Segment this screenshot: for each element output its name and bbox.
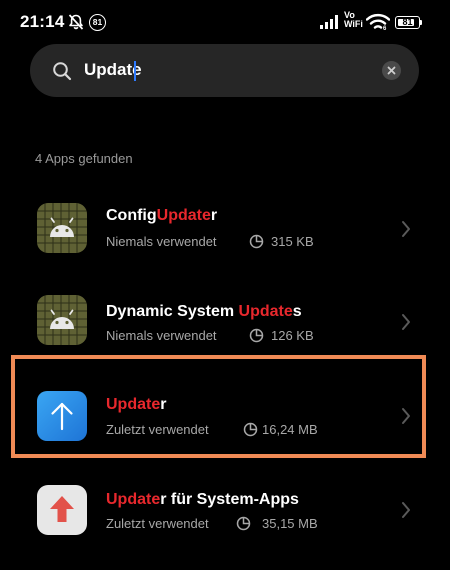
chevron-right-icon <box>402 314 410 330</box>
search-input[interactable] <box>84 58 344 82</box>
android-grid-icon <box>37 203 87 253</box>
search-bar[interactable] <box>30 44 419 97</box>
app-row-dynamic-system-updates[interactable]: Dynamic System Updates Niemals verwendet… <box>0 275 450 367</box>
up-arrow-icon <box>37 391 87 441</box>
app-name-match: Update <box>156 207 211 224</box>
red-up-arrow-icon <box>37 485 87 535</box>
app-name-suffix: s <box>292 303 302 320</box>
app-name-prefix: Dynamic System <box>106 303 239 320</box>
app-size: 315 KB <box>271 234 314 249</box>
chevron-right-icon <box>402 502 410 518</box>
battery-level: 81 <box>402 17 413 27</box>
app-row-configupdater[interactable]: ConfigUpdater Niemals verwendet 315 KB <box>0 183 450 275</box>
app-size: 16,24 MB <box>262 422 318 437</box>
app-name: Updater für System-Apps <box>106 491 299 509</box>
app-name: Dynamic System Updates <box>106 303 302 321</box>
battery-icon: 81 <box>395 16 420 29</box>
storage-pie-icon <box>236 516 251 531</box>
clear-search-button[interactable] <box>382 61 401 80</box>
search-icon <box>53 62 72 81</box>
storage-pie-icon <box>243 422 258 437</box>
app-name-suffix: r für System-Apps <box>160 491 299 508</box>
vowifi-label-bottom: WiFi <box>344 19 363 29</box>
vowifi-indicator: Vo WiFi <box>344 11 363 29</box>
svg-text:6: 6 <box>383 26 387 31</box>
results-count-label: 4 Apps gefunden <box>35 151 133 166</box>
status-time: 21:14 <box>20 12 65 31</box>
app-name-match: Update <box>106 491 161 508</box>
chevron-right-icon <box>402 221 410 237</box>
app-size: 126 KB <box>271 328 314 343</box>
cell-signal-icon <box>320 15 338 29</box>
bell-muted-icon <box>68 14 84 30</box>
last-used-label: Niemals verwendet <box>106 328 217 343</box>
last-used-label: Niemals verwendet <box>106 234 217 249</box>
app-row-updater-system-apps[interactable]: Updater für System-Apps Zuletzt verwende… <box>0 464 450 556</box>
battery-tip <box>420 20 422 25</box>
app-name-suffix: r <box>160 396 167 413</box>
app-size: 35,15 MB <box>262 516 318 531</box>
app-name-suffix: r <box>210 207 218 224</box>
app-row-updater[interactable]: Updater Zuletzt verwendet 16,24 MB <box>0 362 450 454</box>
last-used-label: Zuletzt verwendet <box>106 516 209 531</box>
close-icon <box>387 66 396 75</box>
chevron-right-icon <box>402 408 410 424</box>
app-name-match: Update <box>106 396 161 413</box>
storage-pie-icon <box>249 328 264 343</box>
app-name-prefix: Config <box>106 207 157 224</box>
status-bar: 21:14 81 Vo WiFi 6 81 <box>0 0 450 44</box>
app-name: Updater <box>106 396 166 414</box>
app-name-match: Update <box>238 303 293 320</box>
wifi-icon: 6 <box>366 13 390 31</box>
text-cursor <box>134 61 136 81</box>
notification-count-badge: 81 <box>89 14 106 31</box>
storage-pie-icon <box>249 234 264 249</box>
app-name: ConfigUpdater <box>106 207 217 225</box>
android-grid-icon <box>37 295 87 345</box>
last-used-label: Zuletzt verwendet <box>106 422 209 437</box>
